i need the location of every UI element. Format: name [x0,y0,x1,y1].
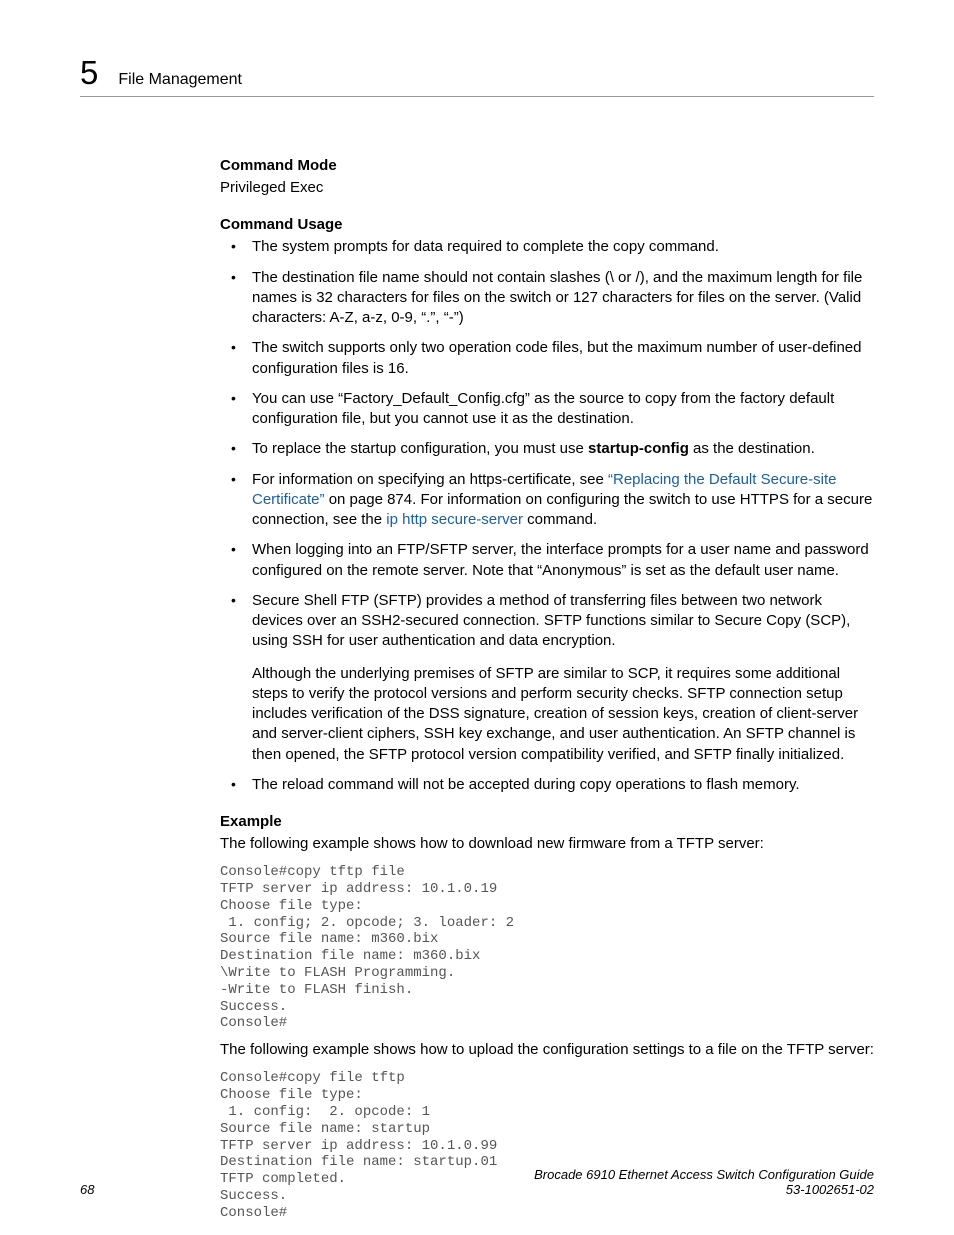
text-fragment: For information on specifying an https-c… [252,471,608,488]
list-item: You can use “Factory_Default_Config.cfg”… [220,389,874,430]
chapter-title: File Management [118,71,242,89]
list-item: Secure Shell FTP (SFTP) provides a metho… [220,591,874,765]
list-item: For information on specifying an https-c… [220,470,874,531]
page-footer: 68 Brocade 6910 Ethernet Access Switch C… [80,1167,874,1197]
text-fragment: command. [523,511,597,528]
doc-title: Brocade 6910 Ethernet Access Switch Conf… [534,1167,874,1182]
example-intro-1: The following example shows how to downl… [220,834,874,854]
text-fragment: To replace the startup configuration, yo… [252,440,588,457]
footer-right: Brocade 6910 Ethernet Access Switch Conf… [534,1167,874,1197]
code-block-2: Console#copy file tftp Choose file type:… [220,1070,874,1221]
page-header: 5 File Management [80,54,874,97]
page-number: 68 [80,1182,94,1197]
list-item: The switch supports only two operation c… [220,338,874,379]
list-item: When logging into an FTP/SFTP server, th… [220,540,874,581]
text-fragment: Secure Shell FTP (SFTP) provides a metho… [252,592,850,650]
main-content: Command Mode Privileged Exec Command Usa… [220,157,874,1222]
list-item-sub: Although the underlying premises of SFTP… [252,664,874,765]
chapter-number: 5 [80,54,98,92]
text-command-mode: Privileged Exec [220,178,874,198]
heading-command-usage: Command Usage [220,216,874,233]
command-usage-list: The system prompts for data required to … [220,237,874,795]
list-item: To replace the startup configuration, yo… [220,439,874,459]
bold-text: startup-config [588,440,689,457]
example-intro-2: The following example shows how to uploa… [220,1040,874,1060]
list-item: The system prompts for data required to … [220,237,874,257]
heading-example: Example [220,813,874,830]
list-item: The destination file name should not con… [220,268,874,329]
link-ip-http-secure-server[interactable]: ip http secure-server [386,511,523,528]
text-fragment: as the destination. [689,440,815,457]
list-item: The reload command will not be accepted … [220,775,874,795]
code-block-1: Console#copy tftp file TFTP server ip ad… [220,864,874,1032]
doc-id: 53-1002651-02 [534,1182,874,1197]
heading-command-mode: Command Mode [220,157,874,174]
